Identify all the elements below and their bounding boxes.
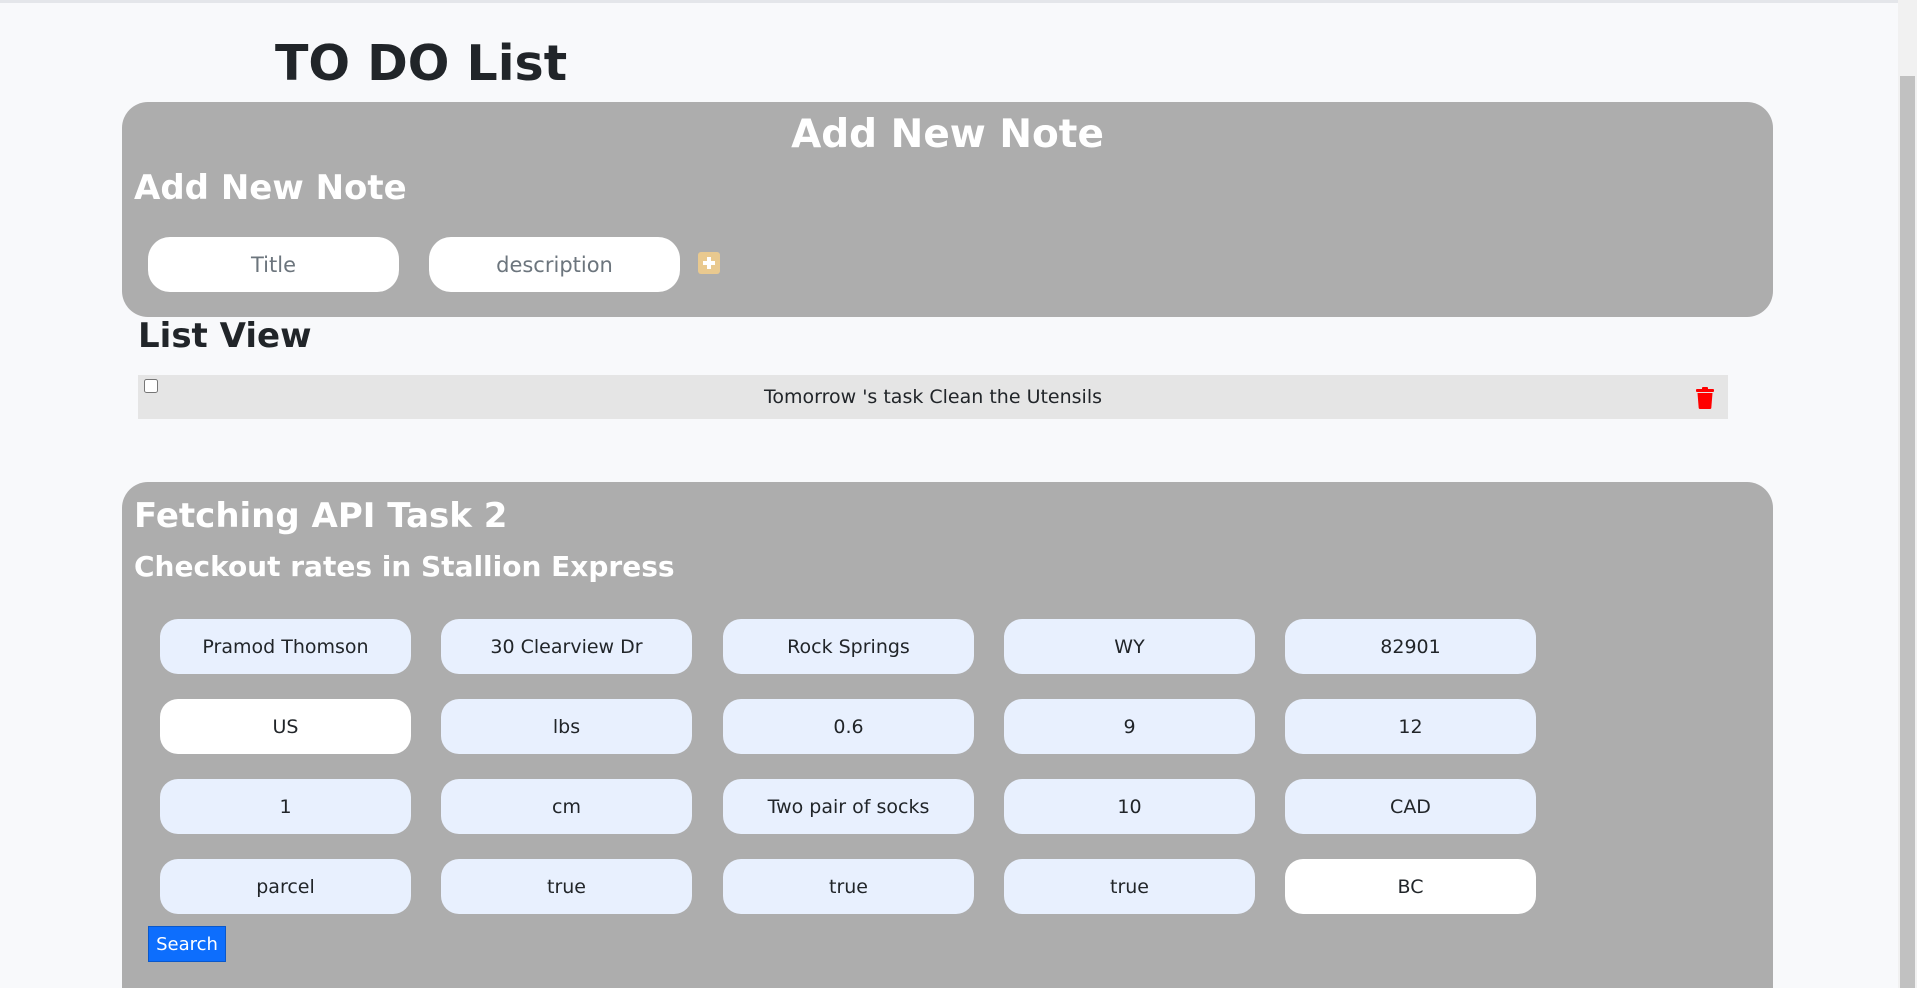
currency-field[interactable] xyxy=(1285,779,1536,834)
add-note-heading-left: Add New Note xyxy=(134,168,407,208)
origin-province-field[interactable] xyxy=(1285,859,1536,914)
package-contents-field[interactable] xyxy=(723,779,974,834)
postal-code-field[interactable] xyxy=(1285,619,1536,674)
api-task-subtitle: Checkout rates in Stallion Express xyxy=(134,550,675,583)
country-field[interactable] xyxy=(160,699,411,754)
package-type-field[interactable] xyxy=(160,859,411,914)
add-note-heading-center: Add New Note xyxy=(791,112,1104,157)
list-view-heading: List View xyxy=(138,316,312,356)
search-button[interactable]: Search xyxy=(148,926,226,962)
list-item: Tomorrow 's task Clean the Utensils xyxy=(138,375,1728,419)
scrollbar[interactable] xyxy=(1898,0,1917,988)
api-task-panel: Fetching API Task 2 Checkout rates in St… xyxy=(122,482,1773,988)
size-unit-field[interactable] xyxy=(441,779,692,834)
option-field-2[interactable] xyxy=(723,859,974,914)
top-border xyxy=(0,0,1917,3)
add-note-panel: Add New Note Add New Note xyxy=(122,102,1773,317)
width-field[interactable] xyxy=(1285,699,1536,754)
plus-square-icon[interactable] xyxy=(698,252,720,274)
trash-icon[interactable] xyxy=(1695,387,1715,409)
description-input[interactable] xyxy=(429,237,680,292)
height-field[interactable] xyxy=(160,779,411,834)
api-task-title: Fetching API Task 2 xyxy=(134,496,508,536)
value-field[interactable] xyxy=(1004,779,1255,834)
weight-unit-field[interactable] xyxy=(441,699,692,754)
task-text: Tomorrow 's task Clean the Utensils xyxy=(763,386,1103,408)
title-input[interactable] xyxy=(148,237,399,292)
province-field[interactable] xyxy=(1004,619,1255,674)
city-field[interactable] xyxy=(723,619,974,674)
option-field-3[interactable] xyxy=(1004,859,1255,914)
page-title: TO DO List xyxy=(275,35,568,92)
weight-field[interactable] xyxy=(723,699,974,754)
address-field[interactable] xyxy=(441,619,692,674)
length-field[interactable] xyxy=(1004,699,1255,754)
scrollbar-thumb[interactable] xyxy=(1900,76,1915,988)
option-field-1[interactable] xyxy=(441,859,692,914)
recipient-name-field[interactable] xyxy=(160,619,411,674)
page: TO DO List Add New Note Add New Note Lis… xyxy=(0,0,1917,988)
